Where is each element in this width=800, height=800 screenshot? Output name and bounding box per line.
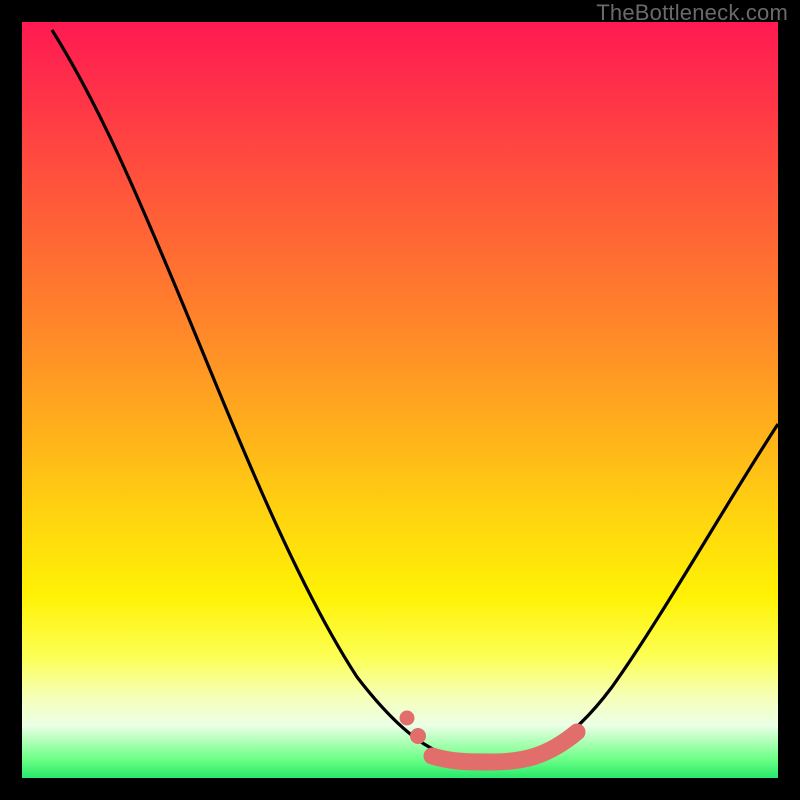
bottleneck-curve-svg <box>22 22 778 778</box>
chart-frame <box>22 22 778 778</box>
watermark-text: TheBottleneck.com <box>596 0 788 26</box>
optimal-segment <box>432 732 577 762</box>
marker-dot <box>410 728 426 744</box>
marker-dot <box>400 711 415 726</box>
bottleneck-curve <box>52 30 778 762</box>
